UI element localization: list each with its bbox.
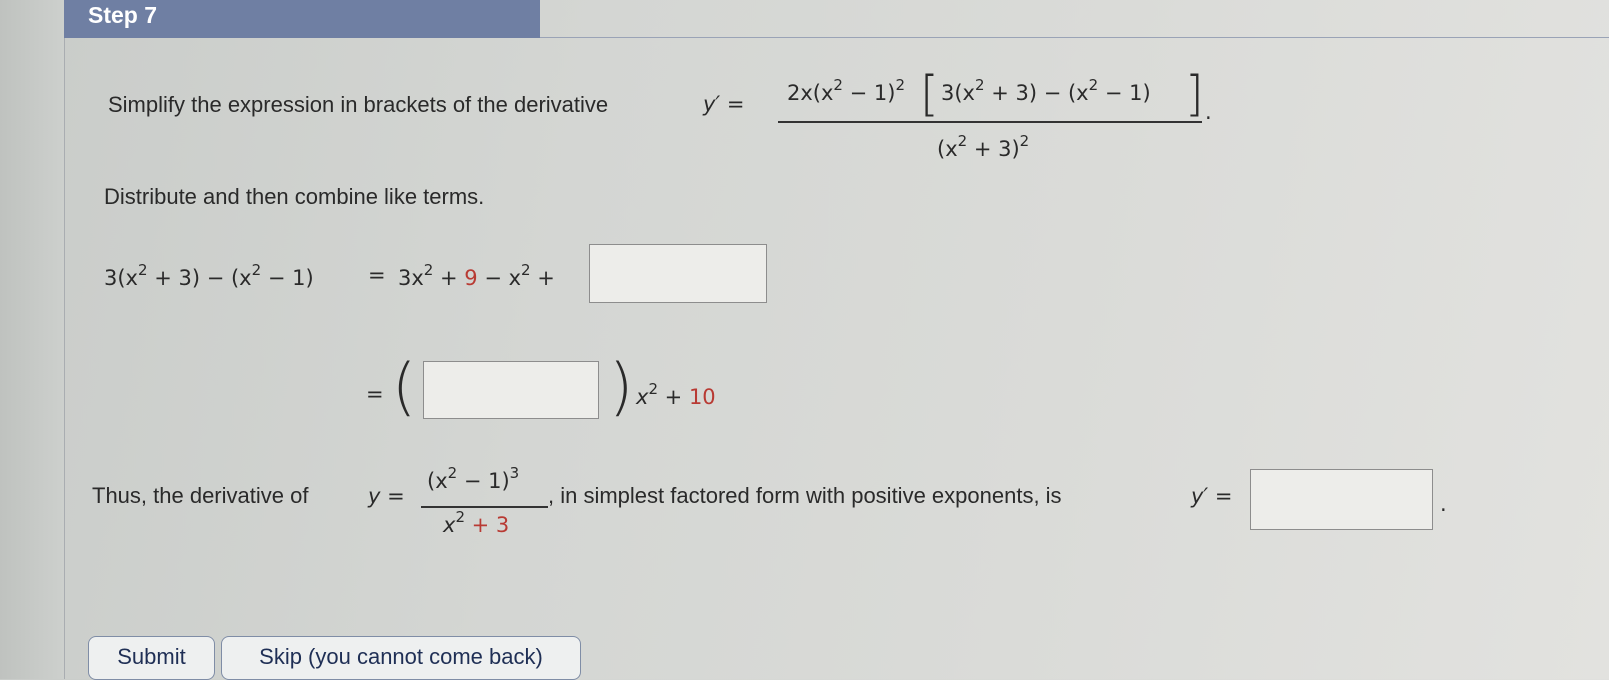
left-bracket: [ bbox=[920, 66, 939, 122]
line1-equals: = bbox=[368, 263, 386, 287]
bracket-expression: 3(x2 + 3) − (x2 − 1) bbox=[941, 76, 1151, 105]
derivative-lhs: y′ = bbox=[703, 92, 745, 116]
conclusion-fraction-bar bbox=[421, 506, 548, 508]
derivative-period: . bbox=[1205, 100, 1212, 124]
line1-lhs: 3(x2 + 3) − (x2 − 1) bbox=[104, 261, 314, 290]
conclusion-text-start: Thus, the derivative of bbox=[92, 483, 309, 508]
conclusion-text-end: , in simplest factored form with positiv… bbox=[548, 483, 1062, 508]
instruction-text: Simplify the expression in brackets of t… bbox=[108, 92, 609, 117]
conclusion-period: . bbox=[1440, 492, 1447, 516]
answer-input-derivative[interactable] bbox=[1250, 469, 1433, 530]
right-paren: ) bbox=[609, 350, 634, 423]
derivative-denominator: (x2 + 3)2 bbox=[937, 132, 1030, 161]
conclusion-numerator: (x2 − 1)3 bbox=[427, 464, 520, 493]
content-border bbox=[64, 38, 65, 679]
line2-equals: = bbox=[366, 382, 384, 406]
submit-button[interactable]: Submit bbox=[88, 636, 215, 680]
left-margin bbox=[0, 0, 64, 679]
line2-tail: x2 + 10 bbox=[636, 380, 716, 409]
step-title: Step 7 bbox=[88, 2, 158, 28]
answer-input-coefficient[interactable] bbox=[423, 361, 599, 419]
conclusion-yprime-equals: y′ = bbox=[1191, 484, 1233, 508]
left-paren: ( bbox=[392, 350, 417, 423]
header-divider bbox=[540, 37, 1609, 38]
skip-button[interactable]: Skip (you cannot come back) bbox=[221, 636, 581, 680]
answer-input-constant[interactable] bbox=[589, 244, 767, 303]
conclusion-denominator: x2 + 3 bbox=[443, 508, 510, 537]
line1-rhs: 3x2 + 9 − x2 + bbox=[398, 261, 555, 290]
derivative-numerator: 2x(x2 − 1)2 bbox=[787, 76, 906, 105]
right-bracket: ] bbox=[1185, 66, 1204, 122]
step-header: Step 7 bbox=[64, 0, 540, 38]
conclusion-y-equals: y = bbox=[368, 484, 405, 508]
fraction-bar bbox=[778, 121, 1202, 123]
instruction-distribute: Distribute and then combine like terms. bbox=[104, 184, 485, 209]
